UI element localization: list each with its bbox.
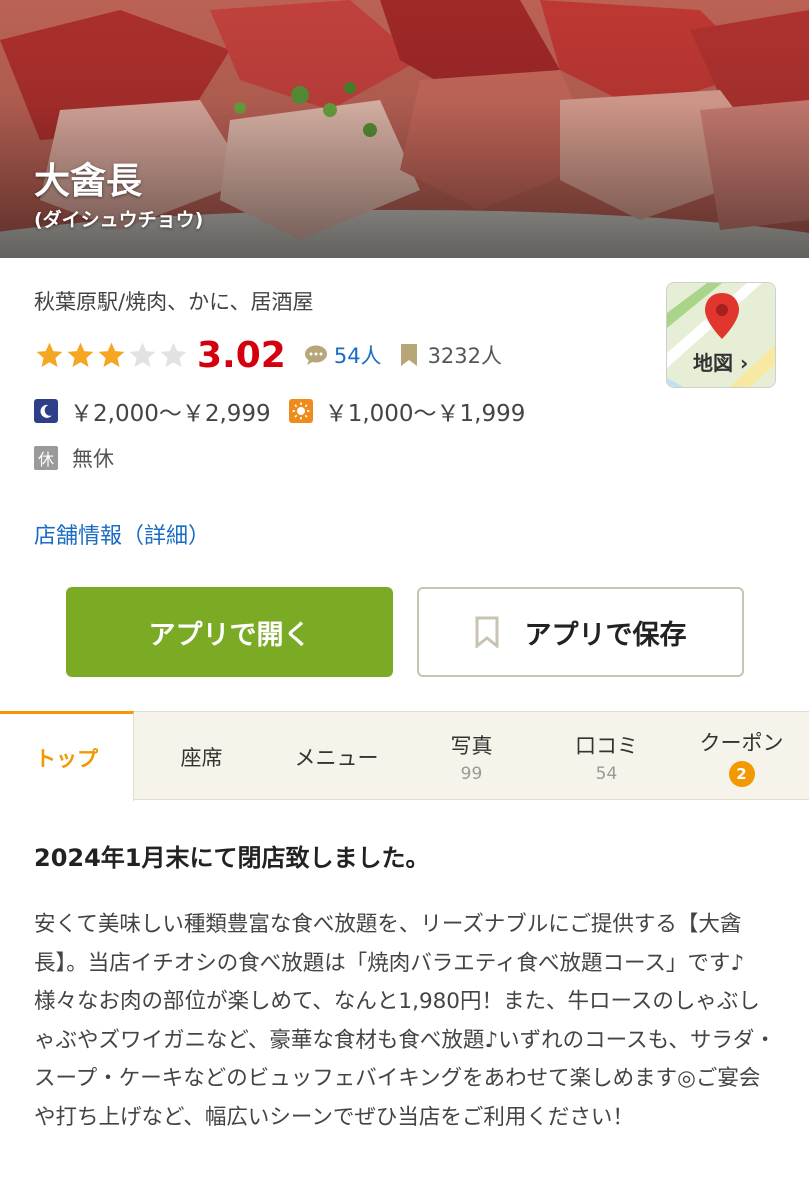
star-rating: [34, 340, 189, 371]
hero-image: 大酓長 (ダイシュウチョウ): [0, 0, 809, 258]
bookmark-icon: [400, 343, 418, 367]
photo-count: 99: [460, 763, 483, 784]
coupon-count-badge: 2: [728, 760, 755, 787]
tab-label: メニュー: [294, 745, 379, 770]
tab-menu[interactable]: メニュー: [269, 712, 404, 801]
shop-description: 安くて美味しい種類豊富な食べ放題を、リーズナブルにご提供する【大酓長】。当店イチ…: [34, 912, 776, 1130]
budget-row: ￥2,000～￥2,999 ￥1,000～￥1,999: [34, 394, 543, 428]
rating-score: 3.02: [197, 334, 286, 376]
shop-kana: (ダイシュウチョウ): [34, 209, 204, 231]
star-empty-icon: [160, 342, 187, 367]
bookmark-icon: [475, 616, 499, 648]
closure-notice: 2024年1月末にて閉店致しました。: [34, 844, 430, 872]
comment-icon: [304, 344, 328, 366]
dinner-budget: ￥2,000～￥2,999: [70, 401, 271, 427]
map-label: 地図 ›: [693, 351, 749, 375]
tab-reviews[interactable]: 口コミ 54: [539, 712, 674, 801]
tab-label: トップ: [35, 746, 98, 771]
bookmark-count: 3232人: [427, 344, 503, 368]
tab-coupons[interactable]: クーポン 2: [674, 712, 809, 801]
save-in-app-button[interactable]: アプリで保存: [417, 587, 744, 677]
holiday-text: 無休: [72, 447, 114, 471]
open-in-app-button[interactable]: アプリで開く: [66, 587, 393, 677]
holiday-row: 休 無休: [34, 444, 114, 472]
moon-icon: [34, 399, 58, 423]
map-button[interactable]: 地図 ›: [666, 282, 776, 388]
tab-label: 座席: [180, 745, 223, 770]
holiday-badge: 休: [34, 446, 58, 470]
star-filled-icon: [67, 342, 94, 367]
tab-bar: トップ 座席 メニュー 写真 99 口コミ 54 クーポン 2: [0, 711, 809, 801]
tab-label: 写真: [450, 733, 493, 758]
store-detail-link[interactable]: 店舗情報（詳細）: [34, 518, 210, 550]
review-count: 54: [595, 763, 618, 784]
shop-name: 大酓長: [34, 161, 143, 202]
review-count-link[interactable]: 54人: [334, 340, 382, 370]
star-filled-icon: [36, 342, 63, 367]
tab-label: クーポン: [699, 730, 784, 755]
tab-label: 口コミ: [575, 733, 638, 758]
tab-photos[interactable]: 写真 99: [404, 712, 539, 801]
star-filled-icon: [98, 342, 125, 367]
lunch-budget: ￥1,000～￥1,999: [324, 401, 526, 427]
tab-seats[interactable]: 座席: [134, 712, 269, 801]
station-genre: 秋葉原駅/焼肉、かに、居酒屋: [34, 290, 314, 314]
rating-row: 3.02 54人 3232人: [34, 332, 502, 378]
star-empty-icon: [129, 342, 156, 367]
save-in-app-label: アプリで保存: [524, 619, 687, 651]
sun-icon: [288, 399, 313, 423]
tab-top[interactable]: トップ: [0, 711, 134, 801]
